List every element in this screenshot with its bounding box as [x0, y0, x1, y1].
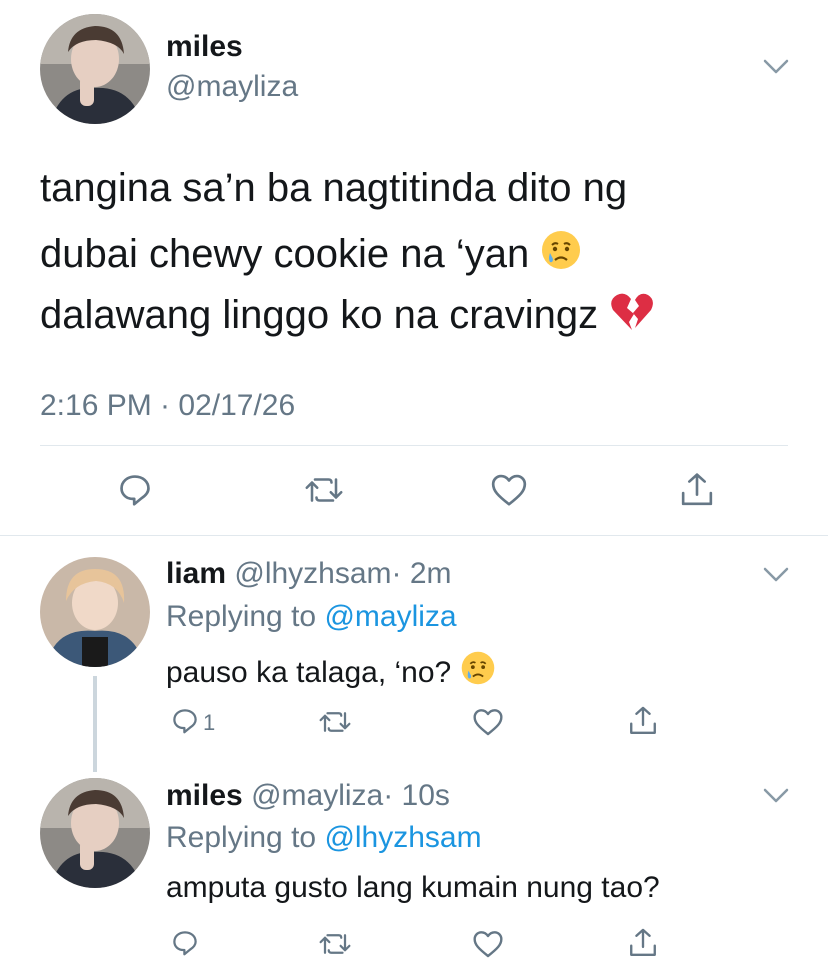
- tweet-text-line-3-text: dalawang linggo ko na cravingz: [40, 293, 599, 337]
- thread-connector: [93, 676, 97, 772]
- reply-header: miles @mayliza· 10s: [166, 779, 450, 813]
- tweet-text-line-3: dalawang linggo ko na cravingz: [40, 292, 655, 342]
- share-icon[interactable]: [678, 470, 716, 510]
- retweet-icon[interactable]: [318, 929, 352, 959]
- retweet-icon[interactable]: [304, 472, 344, 508]
- replying-to-label: Replying to: [166, 821, 317, 854]
- crying-face-emoji: [540, 229, 582, 281]
- avatar-miles[interactable]: [40, 14, 150, 124]
- reply-text-content: amputa gusto lang kumain nung tao?: [166, 871, 660, 904]
- tweet-text-line-2-text: dubai chewy cookie na ‘yan: [40, 232, 530, 276]
- reply-time[interactable]: · 10s: [383, 779, 450, 812]
- reply-header: liam @lhyzhsam· 2m: [166, 557, 452, 591]
- like-icon[interactable]: [472, 929, 504, 959]
- broken-heart-emoji: [609, 292, 655, 342]
- replying-to: Replying to @mayliza: [166, 600, 457, 634]
- reply-icon[interactable]: [170, 928, 200, 958]
- share-icon[interactable]: [627, 704, 659, 738]
- like-icon[interactable]: [490, 472, 528, 508]
- reply-display-name[interactable]: miles: [166, 779, 243, 812]
- reply-icon[interactable]: [170, 706, 200, 736]
- reply-time[interactable]: · 2m: [392, 557, 452, 590]
- replying-to-handle[interactable]: @lhyzhsam: [324, 821, 481, 854]
- like-icon[interactable]: [472, 707, 504, 737]
- replying-to-label: Replying to: [166, 600, 317, 633]
- avatar-miles[interactable]: [40, 778, 150, 888]
- crying-face-emoji: [460, 650, 496, 694]
- replying-to-handle[interactable]: @mayliza: [324, 600, 456, 633]
- reply-display-name[interactable]: liam: [166, 557, 226, 590]
- divider: [40, 445, 788, 446]
- reply-text: pauso ka talaga, ‘no?: [166, 650, 496, 694]
- reply-icon[interactable]: [116, 471, 154, 509]
- reply-handle[interactable]: @mayliza: [251, 779, 383, 812]
- share-icon[interactable]: [627, 926, 659, 960]
- avatar-liam[interactable]: [40, 557, 150, 667]
- display-name[interactable]: miles: [166, 30, 243, 64]
- reply-text-content: pauso ka talaga, ‘no?: [166, 656, 452, 689]
- tweet-timestamp[interactable]: 2:16 PM · 02/17/26: [40, 389, 295, 423]
- chevron-down-icon[interactable]: [762, 58, 790, 76]
- tweet-text-line-1: tangina sa’n ba nagtitinda dito ng: [40, 166, 628, 210]
- reply-count: 1: [203, 710, 216, 735]
- chevron-down-icon[interactable]: [762, 566, 790, 584]
- tweet-text-line-2: dubai chewy cookie na ‘yan: [40, 229, 582, 281]
- handle[interactable]: @mayliza: [166, 70, 298, 104]
- replying-to: Replying to @lhyzhsam: [166, 821, 482, 855]
- chevron-down-icon[interactable]: [762, 787, 790, 805]
- section-divider: [0, 535, 828, 536]
- reply-handle[interactable]: @lhyzhsam: [234, 557, 391, 590]
- retweet-icon[interactable]: [318, 707, 352, 737]
